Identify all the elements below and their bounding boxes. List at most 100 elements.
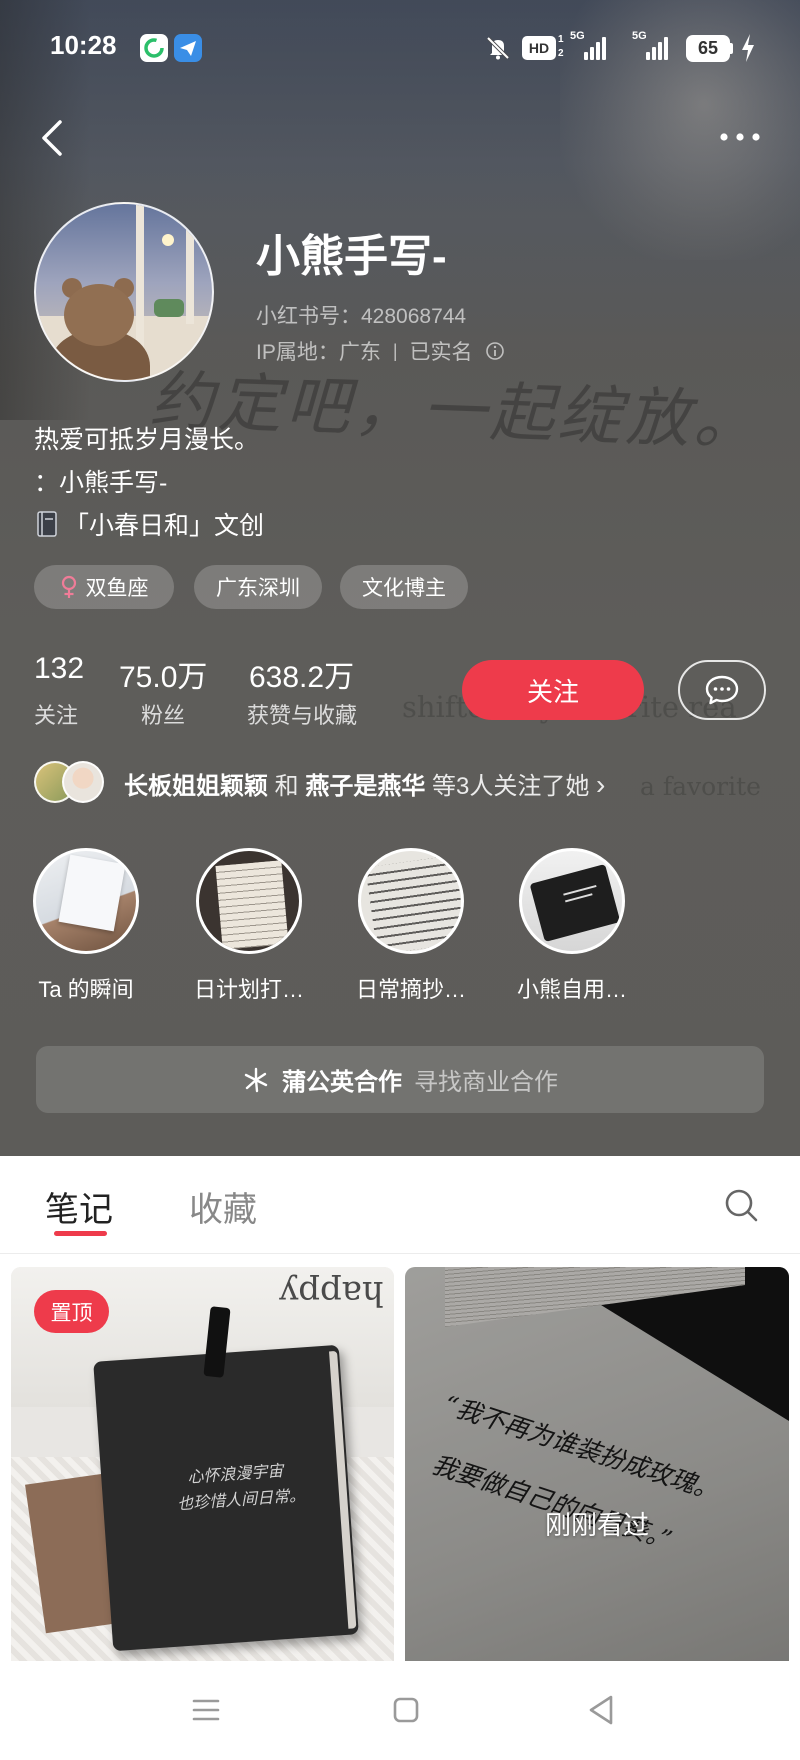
charging-bolt-icon [740, 33, 756, 63]
followers-label[interactable]: 粉丝 [141, 698, 185, 730]
note-card-pinned[interactable]: happy 心怀浪漫宇宙 也珍惜人间日常。 置顶 [11, 1267, 394, 1661]
network-type-label: 5G [570, 30, 585, 42]
triangle-back-icon [589, 1695, 613, 1725]
highlight-label: 小熊自用… [516, 977, 627, 1002]
search-icon [725, 1189, 758, 1222]
pinned-badge: 置顶 [34, 1290, 109, 1333]
paper-plane-app-icon [174, 34, 202, 62]
signal-bar [602, 37, 606, 60]
cooperation-bar[interactable]: 蒲公英合作 寻找商业合作 [36, 1046, 764, 1113]
signal-bar [664, 37, 668, 60]
home-button[interactable] [391, 1695, 421, 1725]
avatar-moon [162, 234, 174, 246]
highlight-daily-plan[interactable] [196, 848, 302, 954]
notebook-print-line [565, 893, 593, 903]
hd-badge: HD [522, 36, 556, 60]
tag-zodiac[interactable]: 双鱼座 [34, 565, 174, 609]
sim-slot-2-label: 2 [558, 48, 564, 59]
bio-line-3: 「小春日和」文创 [64, 512, 265, 540]
followers-count[interactable]: 75.0万 [119, 652, 207, 696]
note-photo-print-text: happy [279, 1273, 384, 1313]
tag-category[interactable]: 文化博主 [340, 565, 468, 609]
menu-icon [192, 1699, 220, 1721]
tag-label: 广东深圳 [216, 577, 300, 600]
cooperation-title: 蒲公英合作 [282, 1069, 402, 1096]
highlight-label: 日常摘抄… [355, 977, 466, 1002]
highlight-cover-black-notebook [529, 863, 621, 943]
more-dots-icon [720, 133, 760, 141]
highlight-label: 日计划打… [193, 977, 304, 1002]
signal-bar [590, 47, 594, 60]
following-count[interactable]: 132 [34, 652, 84, 686]
likes-collects-label[interactable]: 获赞与收藏 [247, 698, 357, 730]
recently-viewed-overlay [405, 1267, 789, 1661]
likes-collects-count[interactable]: 638.2万 [249, 652, 354, 696]
tabs-divider [0, 1253, 800, 1254]
bio-line-3-row: 「小春日和」文创 [34, 506, 264, 542]
tab-notes[interactable]: 笔记 [45, 1182, 113, 1231]
cooperation-subtitle: 寻找商业合作 [414, 1069, 558, 1096]
mutual-conjunction: 和 [274, 773, 299, 800]
highlight-moments[interactable] [33, 848, 139, 954]
avatar-bear-head [64, 284, 134, 346]
female-icon [61, 575, 76, 598]
chevron-left-icon [42, 120, 62, 156]
highlight-cover-page [215, 860, 289, 950]
profile-header: 约定吧，一起绽放。 shifted my favorite rea a favo… [0, 0, 800, 1156]
follow-button[interactable]: 关注 [462, 660, 644, 720]
cellular-signal-2: 5G [632, 30, 672, 62]
bio-line-1: 热爱可抵岁月漫长。 [34, 426, 260, 454]
mutual-suffix: 等3人关注了她 [432, 773, 590, 800]
dandelion-icon [244, 1067, 268, 1092]
notebook-icon [37, 511, 57, 537]
signal-bar [584, 52, 588, 60]
ip-row: IP属地：广东 | 已实名 [256, 336, 505, 366]
tag-label: 文化博主 [362, 577, 446, 600]
back-button[interactable] [34, 116, 74, 160]
highlight-cover-handwriting [365, 855, 461, 951]
mutual-avatar-2[interactable] [62, 761, 104, 803]
battery-nub [730, 43, 733, 54]
signal-bar [658, 42, 662, 60]
signal-bar [596, 42, 600, 60]
status-time: 10:28 [50, 30, 117, 60]
highlight-personal-use[interactable] [519, 848, 625, 954]
meta-separator: | [392, 340, 398, 361]
highlight-label: Ta 的瞬间 [38, 977, 134, 1002]
recent-apps-button[interactable] [190, 1695, 222, 1725]
avatar[interactable] [34, 202, 214, 382]
avatar-window-frame [186, 204, 194, 324]
red-id: 小红书号：428068744 [256, 305, 467, 328]
info-icon[interactable] [485, 341, 505, 361]
avatar-plant [154, 299, 184, 317]
network-type-label: 5G [632, 30, 647, 42]
mutual-name-2: 燕子是燕华 [305, 773, 426, 800]
verified-label: 已实名 [409, 341, 473, 364]
sync-app-icon [140, 34, 168, 62]
tab-collections[interactable]: 收藏 [189, 1182, 257, 1231]
tag-location[interactable]: 广东深圳 [194, 565, 322, 609]
sim-slot-1-label: 1 [558, 34, 564, 45]
message-button[interactable] [678, 660, 766, 720]
header-photo-print-line-2: a favorite [640, 772, 761, 801]
chat-bubble-icon [705, 675, 739, 705]
cellular-signal-1: 5G [570, 30, 610, 62]
active-tab-indicator [54, 1231, 107, 1236]
recently-viewed-label: 刚刚看过 [544, 1510, 649, 1540]
chevron-right-icon: › [596, 769, 606, 800]
highlight-daily-excerpt[interactable] [358, 848, 464, 954]
note-photo-black-notebook: 心怀浪漫宇宙 也珍惜人间日常。 [93, 1344, 359, 1652]
nickname: 小熊手写- [256, 232, 447, 281]
signal-bar [652, 47, 656, 60]
system-back-button[interactable] [585, 1693, 617, 1727]
mutual-followers-text[interactable]: 长板姐姐颖颖 和 燕子是燕华 等3人关注了她 › [124, 766, 605, 801]
note-card-recent[interactable]: “我不再为谁装扮成玫瑰。 我要做自己的向日葵。” 刚刚看过 [405, 1267, 789, 1661]
search-button[interactable] [722, 1186, 760, 1224]
mute-icon [484, 34, 512, 62]
following-label[interactable]: 关注 [34, 698, 78, 730]
tag-label: 双鱼座 [85, 577, 149, 600]
battery-level: 65 [686, 35, 730, 62]
mutual-name-1: 长板姐姐颖颖 [124, 773, 268, 800]
more-button[interactable] [716, 124, 764, 150]
signal-bar [646, 52, 650, 60]
